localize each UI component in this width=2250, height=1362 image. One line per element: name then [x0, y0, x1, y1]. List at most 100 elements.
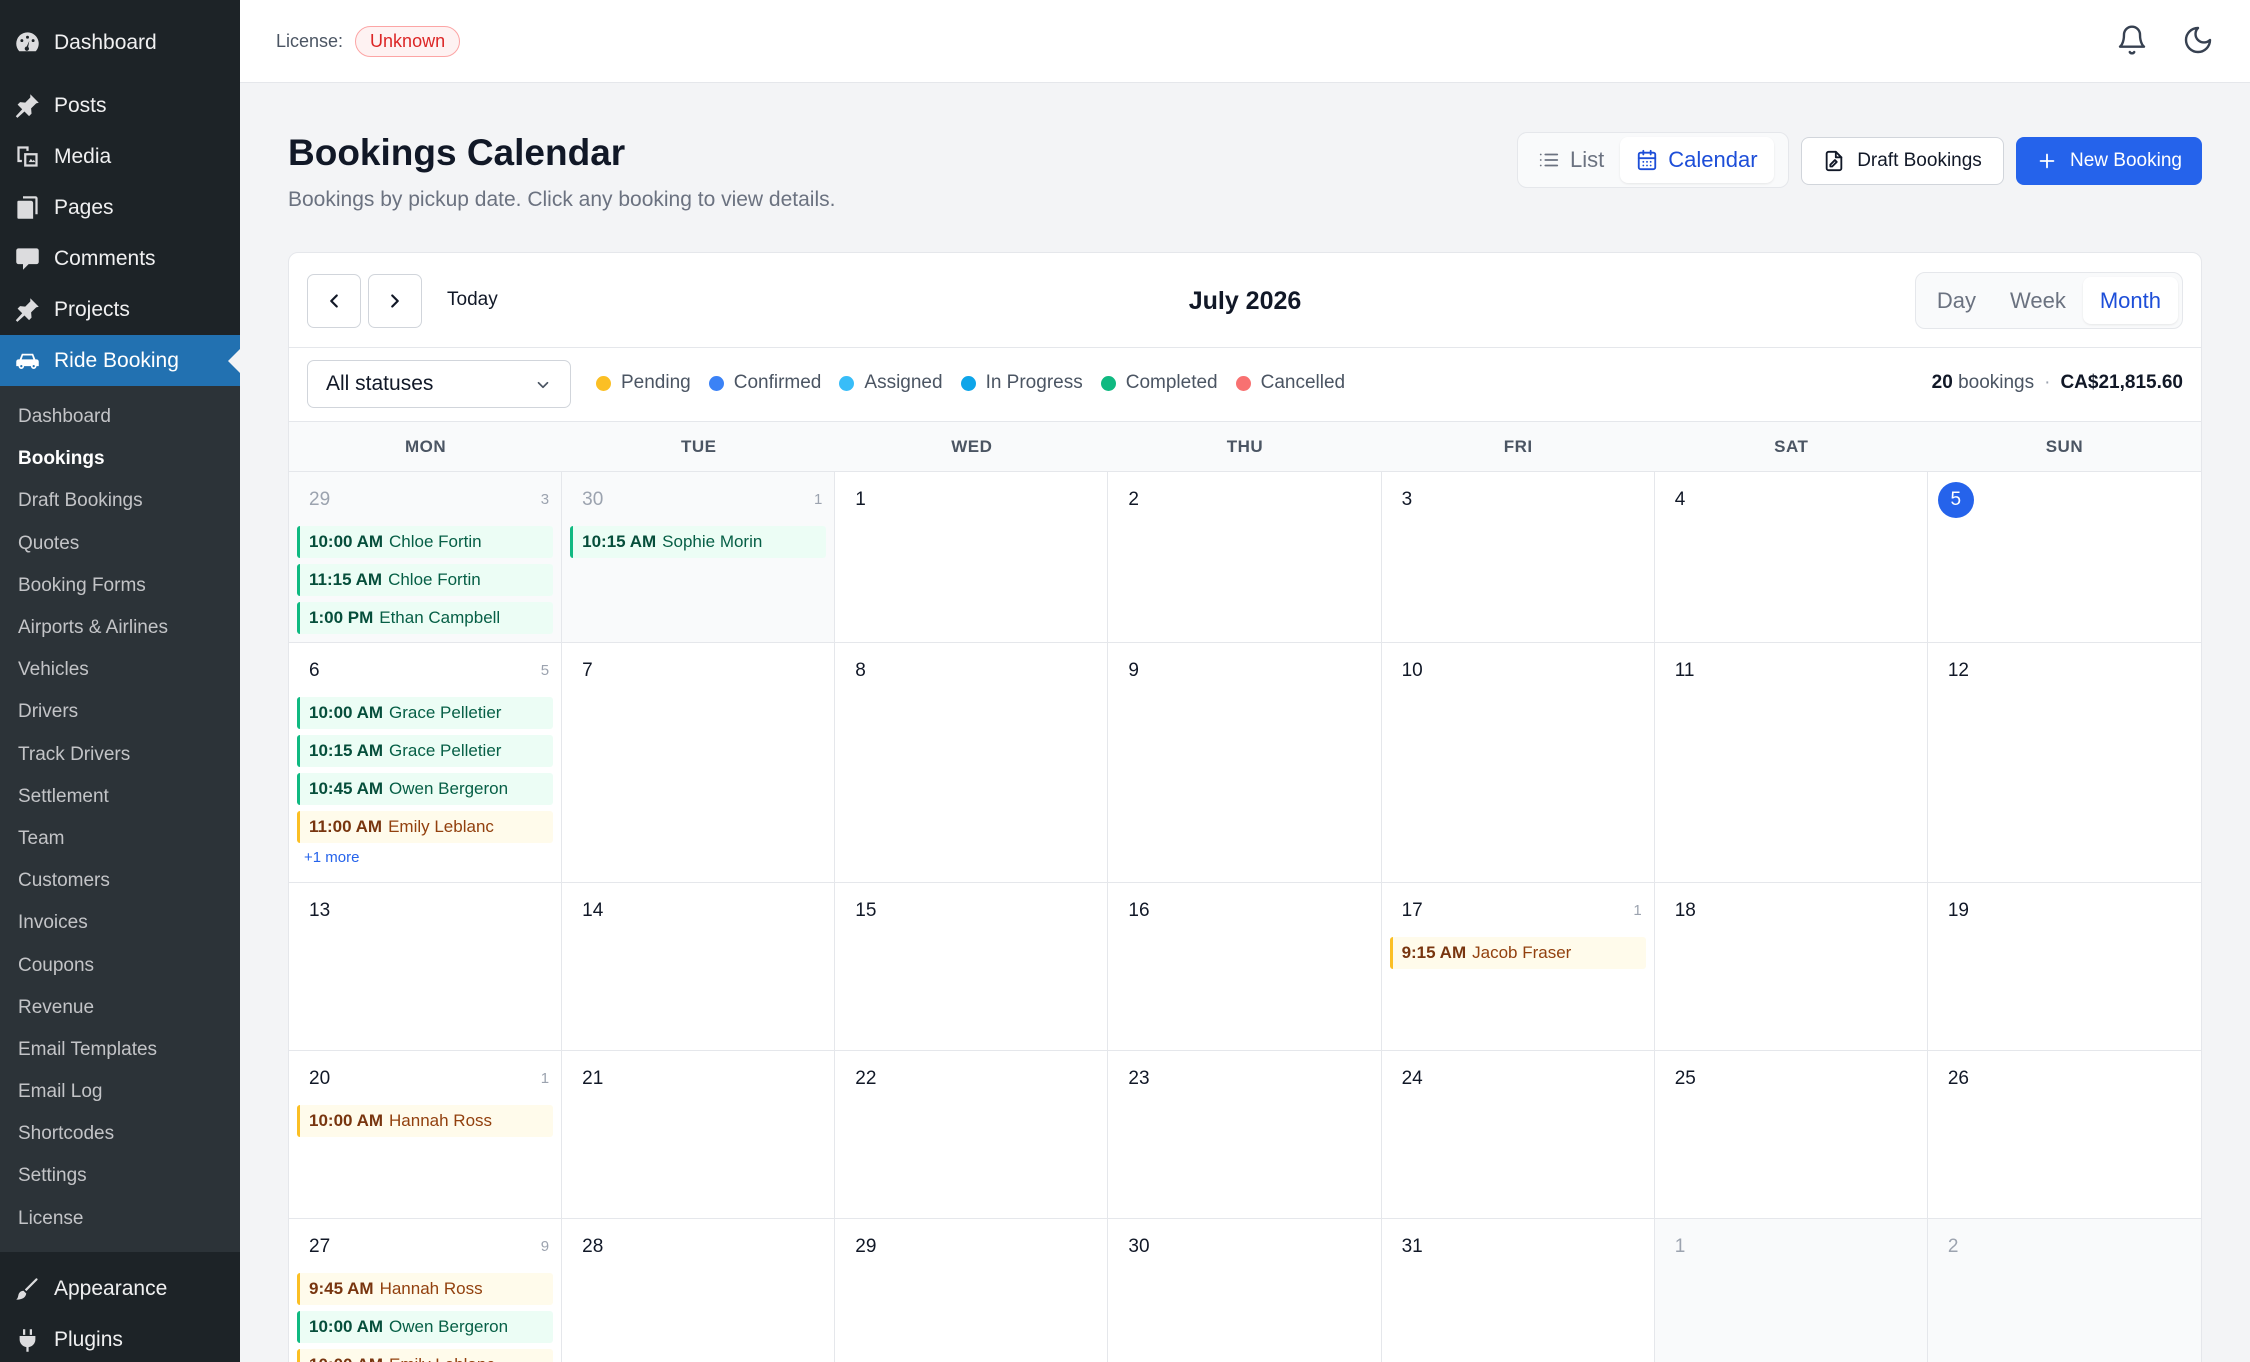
booking-event[interactable]: 10:00 AM Hannah Ross: [297, 1105, 554, 1137]
day-cell[interactable]: 3: [1381, 472, 1655, 643]
submenu-item-coupons[interactable]: Coupons: [0, 944, 240, 986]
day-cell[interactable]: 20 1 10:00 AM Hannah Ross: [289, 1051, 563, 1219]
calendar-view-button[interactable]: Calendar: [1620, 137, 1774, 183]
range-month-button[interactable]: Month: [2082, 277, 2178, 324]
day-cell[interactable]: 29 3 10:00 AM Chloe Fortin 11:15 AM Chloe For…: [289, 472, 563, 643]
plugin-icon: [14, 1327, 54, 1354]
day-cell[interactable]: 15: [835, 883, 1109, 1051]
day-cell[interactable]: 11: [1654, 643, 1928, 883]
sidebar-item-appearance[interactable]: Appearance: [0, 1264, 240, 1315]
day-cell[interactable]: 14: [562, 883, 836, 1051]
sidebar-item-ride-booking[interactable]: Ride Booking: [0, 335, 240, 386]
booking-event[interactable]: 10:00 AM Emily Leblanc: [297, 1349, 554, 1362]
booking-event[interactable]: 10:00 AM Owen Bergeron: [297, 1311, 554, 1343]
submenu-item-revenue[interactable]: Revenue: [0, 987, 240, 1029]
list-view-button[interactable]: List: [1522, 137, 1620, 183]
submenu-item-email-log[interactable]: Email Log: [0, 1071, 240, 1113]
day-cell[interactable]: 30 1 10:15 AM Sophie Morin: [562, 472, 836, 643]
submenu-item-license[interactable]: License: [0, 1198, 240, 1240]
booking-event[interactable]: 11:00 AM Emily Leblanc: [297, 811, 554, 843]
legend-label: Completed: [1125, 372, 1218, 393]
sidebar-item-comments[interactable]: Comments: [0, 233, 240, 284]
submenu-item-settlement[interactable]: Settlement: [0, 776, 240, 818]
day-cell[interactable]: 22: [835, 1051, 1109, 1219]
booking-event[interactable]: 10:45 AM Owen Bergeron: [297, 773, 554, 805]
sidebar-item-media[interactable]: Media: [0, 131, 240, 182]
submenu-item-airports-and-airlines[interactable]: Airports & Airlines: [0, 607, 240, 649]
sidebar-item-pages[interactable]: Pages: [0, 182, 240, 233]
brush-icon: [14, 1276, 54, 1303]
booking-event[interactable]: 9:45 AM Hannah Ross: [297, 1273, 554, 1305]
sidebar-item-projects[interactable]: Projects: [0, 284, 240, 335]
day-cell[interactable]: 2: [1108, 472, 1382, 643]
submenu-item-invoices[interactable]: Invoices: [0, 902, 240, 944]
submenu-item-draft-bookings[interactable]: Draft Bookings: [0, 480, 240, 522]
day-cell[interactable]: 24: [1381, 1051, 1655, 1219]
submenu-item-drivers[interactable]: Drivers: [0, 691, 240, 733]
more-bookings-link[interactable]: +1 more: [297, 849, 553, 866]
submenu-item-track-drivers[interactable]: Track Drivers: [0, 734, 240, 776]
notifications-button[interactable]: [2116, 24, 2148, 61]
submenu-item-dashboard[interactable]: Dashboard: [0, 396, 240, 438]
submenu-item-customers[interactable]: Customers: [0, 860, 240, 902]
plus-icon: [2039, 153, 2055, 169]
booking-event[interactable]: 10:15 AM Grace Pelletier: [297, 735, 554, 767]
today-button[interactable]: Today: [447, 289, 498, 311]
booking-event[interactable]: 1:00 PM Ethan Campbell: [297, 602, 554, 634]
range-week-button[interactable]: Week: [1993, 277, 2083, 324]
day-cell[interactable]: 23: [1108, 1051, 1382, 1219]
day-cell[interactable]: 6 5 10:00 AM Grace Pelletier 10:15 AM Grace P…: [289, 643, 563, 883]
day-cell[interactable]: 21: [562, 1051, 836, 1219]
booking-event[interactable]: 9:15 AM Jacob Fraser: [1389, 937, 1646, 969]
booking-event[interactable]: 10:15 AM Sophie Morin: [570, 526, 827, 558]
day-cell[interactable]: 8: [835, 643, 1109, 883]
booking-event[interactable]: 10:00 AM Chloe Fortin: [297, 526, 554, 558]
day-cell[interactable]: 12: [1927, 643, 2201, 883]
next-month-button[interactable]: [368, 274, 422, 328]
new-booking-button[interactable]: New Booking: [2016, 137, 2202, 185]
sidebar-item-posts[interactable]: Posts: [0, 80, 240, 131]
status-filter-select[interactable]: All statuses: [307, 360, 571, 408]
submenu-item-quotes[interactable]: Quotes: [0, 523, 240, 565]
day-number: 28: [582, 1236, 604, 1257]
day-cell[interactable]: 7: [562, 643, 836, 883]
day-number: 29: [309, 489, 331, 510]
submenu-item-settings[interactable]: Settings: [0, 1155, 240, 1197]
legend-cancelled: Cancelled: [1235, 372, 1345, 394]
day-cell[interactable]: 29: [835, 1219, 1109, 1362]
submenu-item-vehicles[interactable]: Vehicles: [0, 649, 240, 691]
day-cell[interactable]: 19: [1927, 883, 2201, 1051]
day-cell[interactable]: 30: [1108, 1219, 1382, 1362]
draft-bookings-button[interactable]: Draft Bookings: [1801, 137, 2004, 185]
submenu-item-booking-forms[interactable]: Booking Forms: [0, 565, 240, 607]
dashboard-icon: [14, 29, 54, 56]
submenu-item-shortcodes[interactable]: Shortcodes: [0, 1113, 240, 1155]
range-day-button[interactable]: Day: [1920, 277, 1993, 324]
day-cell[interactable]: 25: [1654, 1051, 1928, 1219]
sidebar-item-plugins[interactable]: Plugins: [0, 1315, 240, 1362]
submenu-item-team[interactable]: Team: [0, 818, 240, 860]
day-cell[interactable]: 17 1 9:15 AM Jacob Fraser: [1381, 883, 1655, 1051]
day-cell[interactable]: 2: [1927, 1219, 2201, 1362]
booking-event[interactable]: 10:00 AM Grace Pelletier: [297, 697, 554, 729]
day-cell[interactable]: 16: [1108, 883, 1382, 1051]
day-cell[interactable]: 28: [562, 1219, 836, 1362]
day-cell[interactable]: 13: [289, 883, 563, 1051]
day-cell[interactable]: 4: [1654, 472, 1928, 643]
prev-month-button[interactable]: [307, 274, 361, 328]
day-cell[interactable]: 10: [1381, 643, 1655, 883]
day-cell[interactable]: 1: [835, 472, 1109, 643]
day-number: 31: [1401, 1236, 1423, 1257]
day-cell[interactable]: 27 9 9:45 AM Hannah Ross 10:00 AM Owen Berger…: [289, 1219, 563, 1362]
day-cell[interactable]: 9: [1108, 643, 1382, 883]
sidebar-item-dashboard[interactable]: Dashboard: [0, 17, 240, 68]
submenu-item-bookings[interactable]: Bookings: [0, 438, 240, 480]
day-cell[interactable]: 5: [1927, 472, 2201, 643]
day-cell[interactable]: 26: [1927, 1051, 2201, 1219]
theme-toggle-button[interactable]: [2182, 24, 2214, 61]
booking-event[interactable]: 11:15 AM Chloe Fortin: [297, 564, 554, 596]
day-cell[interactable]: 1: [1654, 1219, 1928, 1362]
day-cell[interactable]: 18: [1654, 883, 1928, 1051]
day-cell[interactable]: 31: [1382, 1219, 1655, 1362]
submenu-item-email-templates[interactable]: Email Templates: [0, 1029, 240, 1071]
